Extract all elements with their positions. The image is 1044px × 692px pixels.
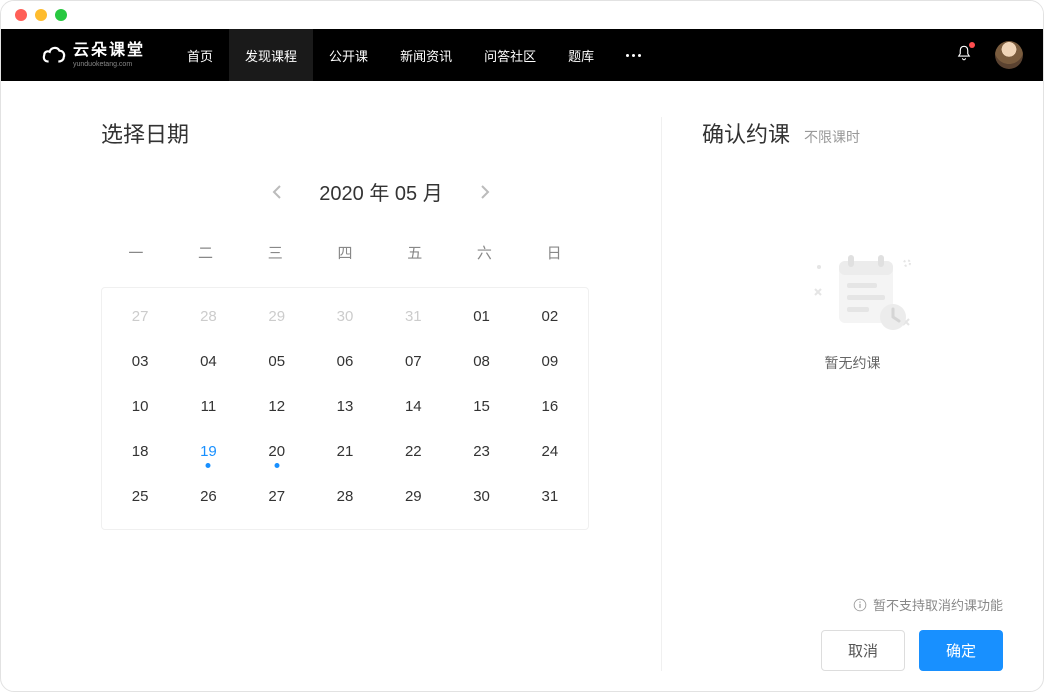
nav-more[interactable] — [610, 29, 657, 81]
day-29[interactable]: 29 — [379, 474, 447, 519]
day-03[interactable]: 03 — [106, 339, 174, 384]
notification-badge — [969, 42, 975, 48]
day-26[interactable]: 26 — [174, 474, 242, 519]
weekday-4: 五 — [380, 234, 450, 271]
weekday-3: 四 — [310, 234, 380, 271]
logo[interactable]: 云朵课堂 yunduoketang.com — [41, 42, 145, 68]
day-27[interactable]: 27 — [243, 474, 311, 519]
nav-item-5[interactable]: 题库 — [552, 29, 610, 81]
weekday-2: 三 — [240, 234, 310, 271]
cancel-button[interactable]: 取消 — [821, 630, 905, 671]
day-27[interactable]: 27 — [106, 294, 174, 339]
day-18[interactable]: 18 — [106, 429, 174, 474]
day-22[interactable]: 22 — [379, 429, 447, 474]
day-01[interactable]: 01 — [447, 294, 515, 339]
nav-item-1[interactable]: 发现课程 — [229, 29, 313, 81]
nav-item-0[interactable]: 首页 — [171, 29, 229, 81]
notice-text: 暂不支持取消约课功能 — [873, 595, 1003, 614]
empty-state: 暂无约课 — [702, 249, 1003, 373]
avatar[interactable] — [995, 41, 1023, 69]
empty-text: 暂无约课 — [825, 353, 881, 373]
day-09[interactable]: 09 — [516, 339, 584, 384]
day-05[interactable]: 05 — [243, 339, 311, 384]
maximize-dot[interactable] — [55, 9, 67, 21]
day-07[interactable]: 07 — [379, 339, 447, 384]
prev-month-button[interactable] — [267, 182, 287, 202]
month-label: 2020 年 05 月 — [319, 177, 442, 206]
notice: 暂不支持取消约课功能 — [702, 595, 1003, 614]
logo-text: 云朵课堂 — [73, 43, 145, 59]
day-21[interactable]: 21 — [311, 429, 379, 474]
day-25[interactable]: 25 — [106, 474, 174, 519]
confirm-title: 确认约课 — [702, 117, 790, 149]
calendar-title: 选择日期 — [101, 117, 661, 149]
weekday-1: 二 — [171, 234, 241, 271]
day-24[interactable]: 24 — [516, 429, 584, 474]
day-16[interactable]: 16 — [516, 384, 584, 429]
close-dot[interactable] — [15, 9, 27, 21]
day-30[interactable]: 30 — [447, 474, 515, 519]
info-icon — [853, 598, 867, 612]
day-13[interactable]: 13 — [311, 384, 379, 429]
day-04[interactable]: 04 — [174, 339, 242, 384]
day-08[interactable]: 08 — [447, 339, 515, 384]
day-12[interactable]: 12 — [243, 384, 311, 429]
minimize-dot[interactable] — [35, 9, 47, 21]
day-14[interactable]: 14 — [379, 384, 447, 429]
day-02[interactable]: 02 — [516, 294, 584, 339]
weekday-5: 六 — [450, 234, 520, 271]
day-06[interactable]: 06 — [311, 339, 379, 384]
event-dot — [274, 463, 279, 468]
day-31[interactable]: 31 — [379, 294, 447, 339]
day-28[interactable]: 28 — [311, 474, 379, 519]
day-29[interactable]: 29 — [243, 294, 311, 339]
navbar: 云朵课堂 yunduoketang.com 首页发现课程公开课新闻资讯问答社区题… — [1, 29, 1043, 81]
day-19[interactable]: 19 — [174, 429, 242, 474]
cloud-logo-icon — [41, 42, 67, 68]
day-31[interactable]: 31 — [516, 474, 584, 519]
day-20[interactable]: 20 — [243, 429, 311, 474]
nav-item-3[interactable]: 新闻资讯 — [384, 29, 468, 81]
event-dot — [206, 463, 211, 468]
day-10[interactable]: 10 — [106, 384, 174, 429]
empty-illustration — [803, 249, 903, 329]
day-11[interactable]: 11 — [174, 384, 242, 429]
confirm-button[interactable]: 确定 — [919, 630, 1003, 671]
nav-item-4[interactable]: 问答社区 — [468, 29, 552, 81]
window-titlebar — [1, 1, 1043, 29]
day-28[interactable]: 28 — [174, 294, 242, 339]
notifications-button[interactable] — [955, 44, 973, 67]
day-30[interactable]: 30 — [311, 294, 379, 339]
next-month-button[interactable] — [475, 182, 495, 202]
day-15[interactable]: 15 — [447, 384, 515, 429]
logo-subtext: yunduoketang.com — [73, 61, 145, 68]
day-23[interactable]: 23 — [447, 429, 515, 474]
nav-item-2[interactable]: 公开课 — [313, 29, 384, 81]
confirm-subtitle: 不限课时 — [804, 127, 860, 147]
chevron-right-icon — [480, 185, 490, 199]
weekday-6: 日 — [519, 234, 589, 271]
chevron-left-icon — [272, 185, 282, 199]
weekday-0: 一 — [101, 234, 171, 271]
